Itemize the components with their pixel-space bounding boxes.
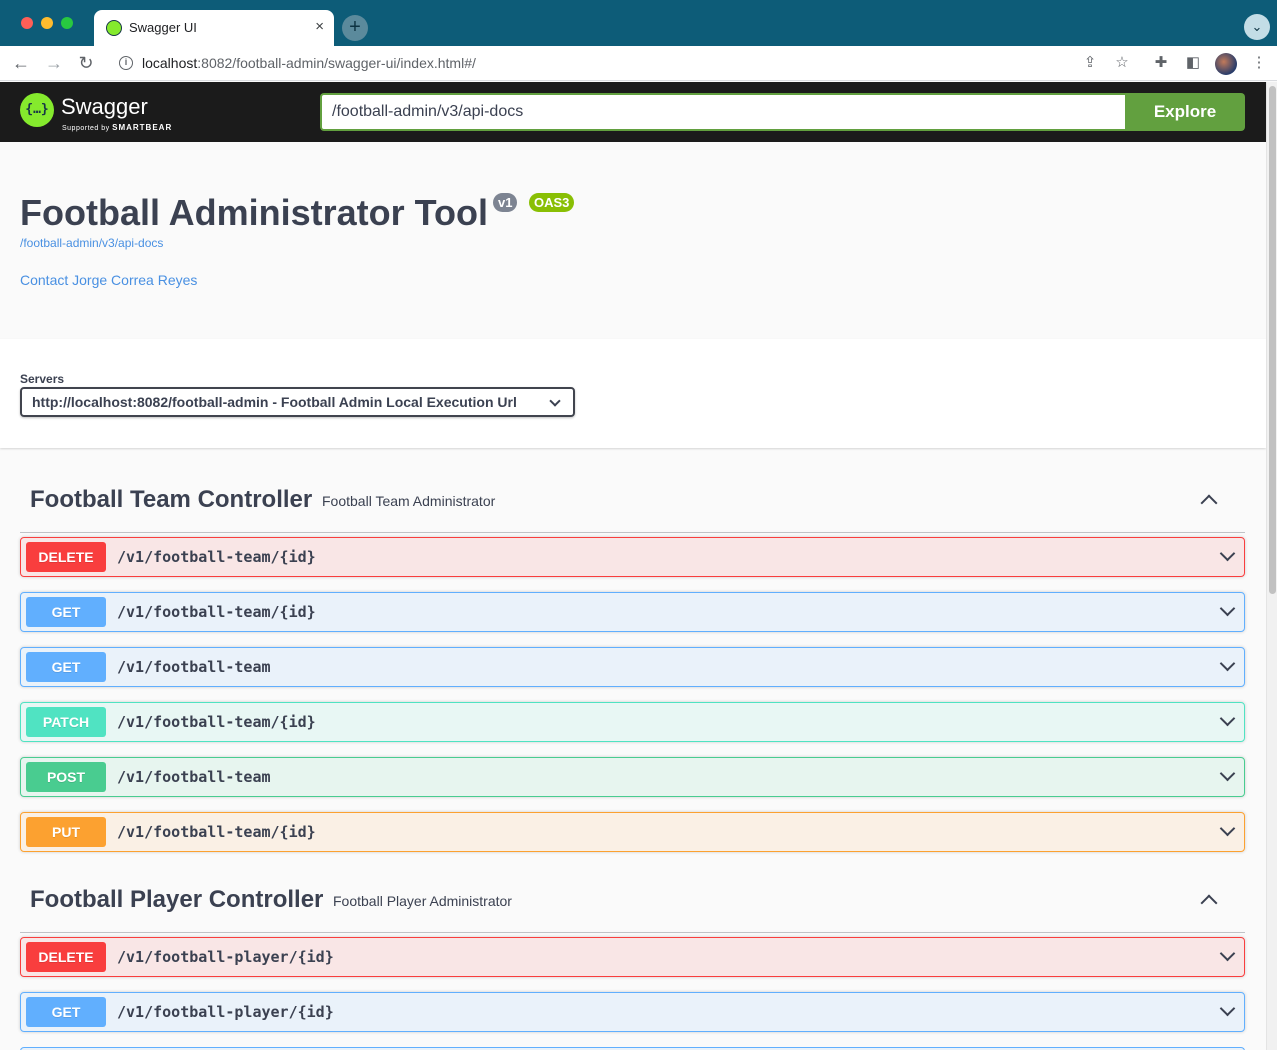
method-badge: DELETE bbox=[26, 942, 106, 972]
page-title: Football Administrator Tool bbox=[20, 192, 488, 233]
browser-menu-icon[interactable]: ⋮ bbox=[1249, 53, 1269, 73]
profile-avatar[interactable] bbox=[1215, 53, 1237, 75]
spec-link[interactable]: /football-admin/v3/api-docs bbox=[20, 236, 163, 250]
swagger-logo-text: Swagger bbox=[61, 94, 148, 119]
method-badge: GET bbox=[26, 652, 106, 682]
operation-row[interactable]: PATCH /v1/football-team/{id} bbox=[20, 702, 1245, 742]
oas-badge: OAS3 bbox=[529, 193, 575, 212]
chevron-down-icon[interactable] bbox=[1219, 820, 1236, 837]
site-info-icon[interactable]: i bbox=[119, 56, 133, 70]
chevron-down-icon[interactable] bbox=[1219, 765, 1236, 782]
address-bar[interactable]: i localhost:8082/football-admin/swagger-… bbox=[108, 50, 1068, 77]
url-path: :8082/football-admin/swagger-ui/index.ht… bbox=[197, 55, 476, 71]
explore-button[interactable]: Explore bbox=[1125, 93, 1245, 131]
page-scrollbar[interactable] bbox=[1266, 82, 1277, 1050]
url-host: localhost bbox=[142, 55, 198, 71]
chevron-down-icon[interactable] bbox=[1219, 1000, 1236, 1017]
swagger-logo-icon: {…} bbox=[20, 93, 54, 127]
tag-football-player-controller[interactable]: Football Player Controller Football Play… bbox=[20, 869, 1245, 933]
method-badge: PATCH bbox=[26, 707, 106, 737]
tag-description: Football Team Administrator bbox=[322, 493, 496, 509]
servers-selected-value: http://localhost:8082/football-admin - F… bbox=[32, 394, 517, 410]
contact-link[interactable]: Contact Jorge Correa Reyes bbox=[20, 272, 197, 288]
close-window-button[interactable] bbox=[21, 17, 33, 29]
forward-arrow-icon[interactable]: → bbox=[43, 52, 65, 74]
method-badge: GET bbox=[26, 997, 106, 1027]
browser-toolbar: ← → ↻ i localhost:8082/football-admin/sw… bbox=[0, 46, 1277, 81]
chevron-down-icon[interactable] bbox=[1219, 655, 1236, 672]
tag-description: Football Player Administrator bbox=[333, 893, 512, 909]
scrollbar-thumb[interactable] bbox=[1269, 86, 1276, 594]
method-badge: DELETE bbox=[26, 542, 106, 572]
swagger-logo-subtitle: Supported by SMARTBEAR bbox=[62, 123, 172, 132]
swagger-favicon-icon bbox=[106, 20, 122, 36]
chevron-down-icon bbox=[549, 395, 561, 407]
operation-row[interactable]: GET /v1/football-team/{id} bbox=[20, 592, 1245, 632]
spec-url-input[interactable] bbox=[320, 93, 1125, 131]
chevron-down-icon[interactable] bbox=[1219, 545, 1236, 562]
tab-title: Swagger UI bbox=[129, 20, 197, 35]
operation-row[interactable]: GET /v1/football-player/{id} bbox=[20, 992, 1245, 1032]
maximize-window-button[interactable] bbox=[61, 17, 73, 29]
operation-row[interactable]: DELETE /v1/football-team/{id} bbox=[20, 537, 1245, 577]
tag-name: Football Player Controller bbox=[30, 886, 324, 913]
operation-path: /v1/football-team/{id} bbox=[117, 548, 316, 566]
operation-path: /v1/football-team bbox=[117, 768, 271, 786]
extensions-puzzle-icon[interactable]: ✚ bbox=[1151, 53, 1171, 73]
chevron-down-icon[interactable] bbox=[1219, 600, 1236, 617]
tag-name: Football Team Controller bbox=[30, 486, 313, 513]
chevron-down-icon[interactable] bbox=[1219, 710, 1236, 727]
logo-sub-brand: SMARTBEAR bbox=[112, 123, 173, 132]
logo-sub-prefix: Supported by bbox=[62, 125, 110, 132]
reload-icon[interactable]: ↻ bbox=[75, 52, 97, 74]
servers-label: Servers bbox=[20, 372, 65, 386]
servers-select[interactable]: http://localhost:8082/football-admin - F… bbox=[20, 387, 575, 417]
bookmark-star-icon[interactable]: ☆ bbox=[1112, 53, 1132, 73]
back-arrow-icon[interactable]: ← bbox=[10, 52, 32, 74]
operation-row[interactable]: GET /v1/football-team bbox=[20, 647, 1245, 687]
version-badge: v1 bbox=[493, 193, 518, 212]
method-badge: POST bbox=[26, 762, 106, 792]
tag-football-team-controller[interactable]: Football Team Controller Football Team A… bbox=[20, 469, 1245, 533]
tab-close-icon[interactable]: × bbox=[315, 18, 324, 35]
operation-path: /v1/football-team/{id} bbox=[117, 823, 316, 841]
method-badge: PUT bbox=[26, 817, 106, 847]
operation-row[interactable]: POST /v1/football-team bbox=[20, 757, 1245, 797]
tab-search-chevron-icon[interactable]: ⌄ bbox=[1244, 14, 1270, 40]
address-url[interactable]: localhost:8082/football-admin/swagger-ui… bbox=[142, 55, 476, 71]
chevron-down-icon[interactable] bbox=[1219, 945, 1236, 962]
operation-path: /v1/football-player/{id} bbox=[117, 1003, 334, 1021]
servers-section: Servers http://localhost:8082/football-a… bbox=[0, 339, 1266, 448]
operation-path: /v1/football-team/{id} bbox=[117, 713, 316, 731]
operation-path: /v1/football-team/{id} bbox=[117, 603, 316, 621]
operation-path: /v1/football-team bbox=[117, 658, 271, 676]
operation-row[interactable]: DELETE /v1/football-player/{id} bbox=[20, 937, 1245, 977]
browser-tab[interactable]: Swagger UI × bbox=[94, 10, 334, 46]
side-panel-icon[interactable]: ◧ bbox=[1183, 53, 1203, 73]
chevron-up-icon[interactable] bbox=[1200, 494, 1218, 512]
minimize-window-button[interactable] bbox=[41, 17, 53, 29]
browser-tab-bar: Swagger UI × + ⌄ bbox=[0, 0, 1277, 46]
chevron-up-icon[interactable] bbox=[1200, 894, 1218, 912]
new-tab-button[interactable]: + bbox=[342, 15, 368, 41]
method-badge: GET bbox=[26, 597, 106, 627]
share-icon[interactable]: ⇪ bbox=[1080, 53, 1100, 73]
operation-row[interactable]: PUT /v1/football-team/{id} bbox=[20, 812, 1245, 852]
operation-path: /v1/football-player/{id} bbox=[117, 948, 334, 966]
